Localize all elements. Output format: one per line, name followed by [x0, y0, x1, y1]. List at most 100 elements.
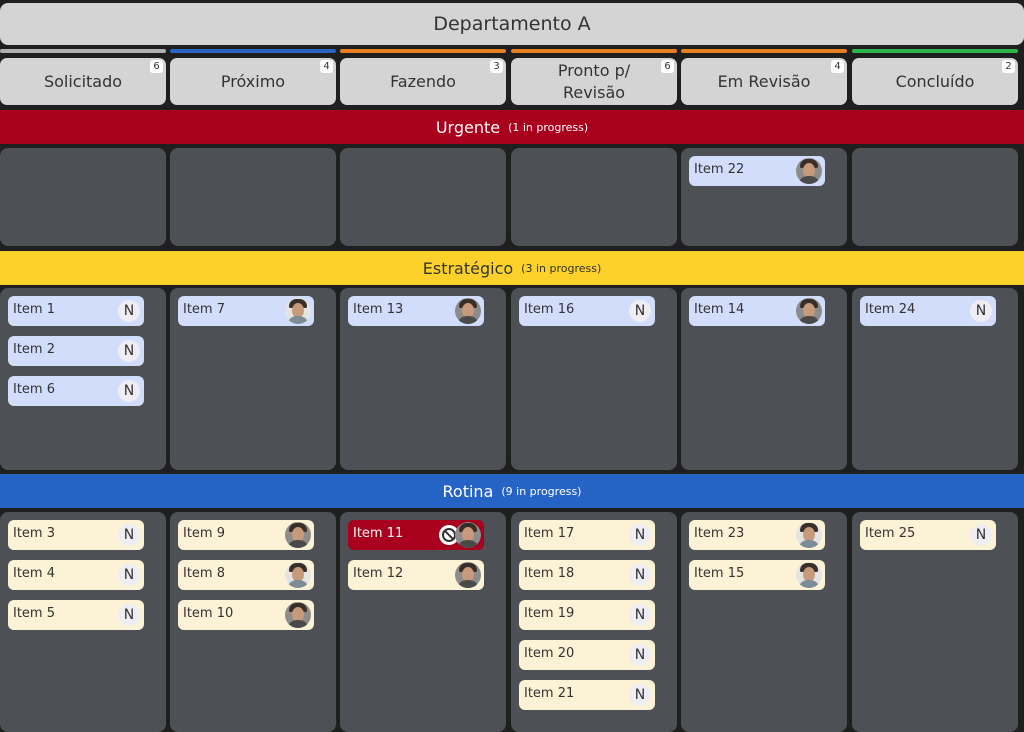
card[interactable]: Item 3 N [8, 520, 144, 550]
avatar-dark-icon[interactable] [455, 522, 481, 548]
card[interactable]: Item 25 N [860, 520, 996, 550]
card[interactable]: Item 2 N [8, 336, 144, 366]
column-accent-bar [340, 49, 506, 53]
swimlane-name: Urgente [435, 117, 501, 137]
swimlane-name: Estratégico [422, 258, 514, 278]
card-title: Item 10 [183, 606, 234, 621]
swimlane-header[interactable]: Rotina (9 in progress) [0, 474, 1024, 508]
card-title: Item 17 [524, 526, 575, 541]
card-title: Item 15 [694, 566, 745, 581]
column-card-count: 2 [1002, 60, 1015, 73]
board-cell: Item 16 N [511, 288, 677, 470]
card-title: Item 7 [183, 302, 225, 317]
avatar-light-icon[interactable] [285, 298, 311, 324]
unassigned-badge[interactable]: N [118, 340, 140, 362]
column-header-label: Em Revisão [717, 71, 811, 91]
column-accent-bar [852, 49, 1018, 53]
column-header[interactable]: Pronto p/ Revisão 6 [511, 58, 677, 105]
unassigned-badge[interactable]: N [970, 300, 992, 322]
card-title: Item 24 [865, 302, 916, 317]
blocked-card[interactable]: Item 11 [348, 520, 484, 550]
avatar-dark-icon[interactable] [285, 522, 311, 548]
board-cell: Item 7 [170, 288, 336, 470]
avatar-dark-icon[interactable] [455, 298, 481, 324]
card[interactable]: Item 4 N [8, 560, 144, 590]
card[interactable]: Item 18 N [519, 560, 655, 590]
avatar-light-icon[interactable] [285, 562, 311, 588]
card[interactable]: Item 17 N [519, 520, 655, 550]
card[interactable]: Item 13 [348, 296, 484, 326]
unassigned-badge[interactable]: N [118, 380, 140, 402]
unassigned-badge[interactable]: N [970, 524, 992, 546]
unassigned-badge[interactable]: N [118, 300, 140, 322]
avatar-light-icon[interactable] [796, 522, 822, 548]
card-title: Item 6 [13, 382, 55, 397]
card[interactable]: Item 14 [689, 296, 825, 326]
swimlane-status: (1 in progress) [508, 120, 589, 134]
card-title: Item 3 [13, 526, 55, 541]
column-accent-bar [511, 49, 677, 53]
swimlane-header[interactable]: Estratégico (3 in progress) [0, 251, 1024, 285]
swimlane-status: (3 in progress) [521, 261, 602, 275]
unassigned-badge[interactable]: N [629, 604, 651, 626]
unassigned-badge[interactable]: N [629, 564, 651, 586]
card[interactable]: Item 7 [178, 296, 314, 326]
unassigned-badge[interactable]: N [118, 564, 140, 586]
card-title: Item 5 [13, 606, 55, 621]
card[interactable]: Item 21 N [519, 680, 655, 710]
card[interactable]: Item 6 N [8, 376, 144, 406]
card-title: Item 18 [524, 566, 575, 581]
card[interactable]: Item 19 N [519, 600, 655, 630]
swimlane-header[interactable]: Urgente (1 in progress) [0, 110, 1024, 144]
avatar-shirt [287, 620, 309, 628]
swimlane-name: Rotina [442, 481, 494, 501]
card[interactable]: Item 23 [689, 520, 825, 550]
column-header-label: Solicitado [43, 71, 123, 91]
avatar-dark-icon[interactable] [796, 298, 822, 324]
card[interactable]: Item 15 [689, 560, 825, 590]
card[interactable]: Item 5 N [8, 600, 144, 630]
avatar-dark-icon[interactable] [285, 602, 311, 628]
column-header[interactable]: Solicitado 6 [0, 58, 166, 105]
unassigned-badge[interactable]: N [118, 604, 140, 626]
card[interactable]: Item 8 [178, 560, 314, 590]
unassigned-badge[interactable]: N [118, 524, 140, 546]
board-cell [852, 148, 1018, 246]
card[interactable]: Item 16 N [519, 296, 655, 326]
column-accent-bar [0, 49, 166, 53]
column-header-label: Pronto p/ Revisão [557, 60, 631, 102]
card[interactable]: Item 10 [178, 600, 314, 630]
avatar-dark-icon[interactable] [796, 158, 822, 184]
card-title: Item 9 [183, 526, 225, 541]
avatar-shirt [798, 176, 820, 184]
card[interactable]: Item 22 [689, 156, 825, 186]
card[interactable]: Item 1 N [8, 296, 144, 326]
avatar-dark-icon[interactable] [455, 562, 481, 588]
column-header-label: Próximo [220, 71, 286, 91]
column-header[interactable]: Fazendo 3 [340, 58, 506, 105]
avatar-shirt [457, 540, 479, 548]
card-title: Item 2 [13, 342, 55, 357]
card-title: Item 8 [183, 566, 225, 581]
unassigned-badge[interactable]: N [629, 300, 651, 322]
column-card-count: 6 [661, 60, 674, 73]
column-card-count: 3 [490, 60, 503, 73]
column-header[interactable]: Concluído 2 [852, 58, 1018, 105]
column-header[interactable]: Próximo 4 [170, 58, 336, 105]
card[interactable]: Item 24 N [860, 296, 996, 326]
avatar-shirt [287, 540, 309, 548]
card[interactable]: Item 20 N [519, 640, 655, 670]
column-card-count: 4 [831, 60, 844, 73]
card-title: Item 13 [353, 302, 404, 317]
unassigned-badge[interactable]: N [629, 644, 651, 666]
column-card-count: 4 [320, 60, 333, 73]
swimlane-status: (9 in progress) [501, 484, 582, 498]
card[interactable]: Item 12 [348, 560, 484, 590]
unassigned-badge[interactable]: N [629, 684, 651, 706]
card[interactable]: Item 9 [178, 520, 314, 550]
card-title: Item 4 [13, 566, 55, 581]
column-header-label: Concluído [895, 71, 975, 91]
column-header[interactable]: Em Revisão 4 [681, 58, 847, 105]
avatar-light-icon[interactable] [796, 562, 822, 588]
unassigned-badge[interactable]: N [629, 524, 651, 546]
